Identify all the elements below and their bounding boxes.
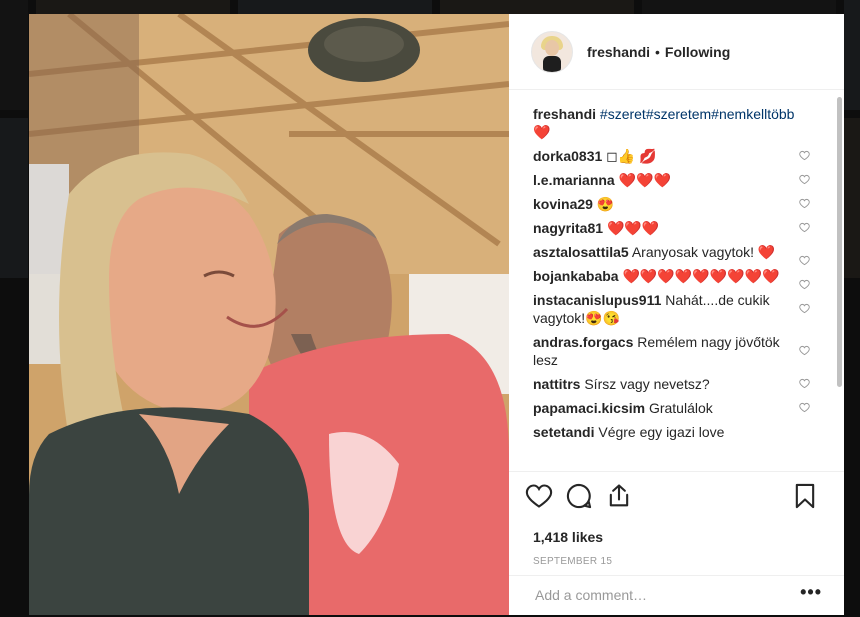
more-options-icon[interactable]: •••: [800, 582, 822, 603]
comment-username[interactable]: instacanislupus911: [533, 292, 661, 308]
avatar[interactable]: [531, 30, 573, 73]
comment-like-icon[interactable]: [799, 303, 810, 314]
comment-like-icon[interactable]: [799, 255, 810, 266]
likes-count[interactable]: 1,418 likes: [533, 529, 603, 545]
comment-bubble-icon[interactable]: [565, 482, 593, 510]
comment-like-icon[interactable]: [799, 222, 810, 233]
caption: freshandi #szeret#szeretem#nemkelltöbb ❤…: [533, 105, 824, 141]
comment-item: bojankababa ❤️❤️❤️❤️❤️❤️❤️❤️❤️: [533, 267, 824, 290]
comment-item: nattitrs Sírsz vagy nevetsz?: [533, 375, 824, 393]
share-icon[interactable]: [605, 482, 633, 510]
comment-like-icon[interactable]: [799, 345, 810, 356]
comment-text: ❤️❤️❤️: [606, 220, 660, 236]
post-actions: 1,418 likes SEPTEMBER 15 •••: [509, 471, 844, 616]
comment-text: Gratulálok: [648, 400, 713, 416]
comment-username[interactable]: kovina29: [533, 196, 593, 212]
comment-item: instacanislupus911 Nahát....de cukik vag…: [533, 291, 824, 327]
post-date[interactable]: SEPTEMBER 15: [533, 556, 612, 567]
photo-illustration: [29, 14, 509, 615]
comment-username[interactable]: nattitrs: [533, 376, 580, 392]
following-button[interactable]: Following: [665, 44, 730, 60]
comment-username[interactable]: asztalosattila5: [533, 244, 629, 260]
comment-like-icon[interactable]: [799, 279, 810, 290]
comment-like-icon[interactable]: [799, 378, 810, 389]
comment-text: ❤️❤️❤️: [618, 172, 671, 188]
comment-item: setetandi Végre egy igazi love: [533, 423, 824, 441]
comment-text: Sírsz vagy nevetsz?: [584, 376, 710, 392]
comment-like-icon[interactable]: [799, 402, 810, 413]
comment-like-icon[interactable]: [799, 174, 810, 185]
action-icons-row: [525, 482, 815, 512]
comment-username[interactable]: l.e.marianna: [533, 172, 615, 188]
caption-emoji: ❤️: [533, 124, 551, 140]
header-username[interactable]: freshandi: [587, 44, 650, 60]
caption-hashtags[interactable]: #szeret#szeretem#nemkelltöbb: [600, 106, 795, 122]
comment-item: nagyrita81 ❤️❤️❤️: [533, 219, 824, 237]
comment-username[interactable]: setetandi: [533, 424, 594, 440]
comment-like-icon[interactable]: [799, 150, 810, 161]
comment-like-icon[interactable]: [799, 198, 810, 209]
heart-outline-icon[interactable]: [525, 482, 553, 510]
comment-item: asztalosattila5 Aranyosak vagytok! ❤️: [533, 243, 824, 266]
add-comment-bar: •••: [509, 575, 844, 617]
post-header: freshandi • Following: [509, 14, 844, 90]
post-side-panel: freshandi • Following freshandi #szeret#…: [509, 14, 844, 615]
comment-text: Aranyosak vagytok! ❤️: [631, 244, 776, 260]
comments-list[interactable]: freshandi #szeret#szeretem#nemkelltöbb ❤…: [509, 91, 844, 471]
bookmark-icon[interactable]: [791, 482, 819, 510]
comment-item: dorka0831 ◻👍 💋: [533, 147, 824, 165]
comment-text: 😍: [596, 196, 615, 212]
comment-username[interactable]: papamaci.kicsim: [533, 400, 645, 416]
comment-input[interactable]: [533, 586, 787, 604]
comment-item: papamaci.kicsim Gratulálok: [533, 399, 824, 417]
comment-username[interactable]: dorka0831: [533, 148, 602, 164]
comment-item: l.e.marianna ❤️❤️❤️: [533, 171, 824, 189]
comment-item: kovina29 😍: [533, 195, 824, 213]
comment-text: ◻👍 💋: [606, 148, 657, 164]
post-photo[interactable]: [29, 14, 509, 615]
comment-item: andras.forgacs Remélem nagy jövőtök lesz: [533, 333, 824, 369]
caption-username[interactable]: freshandi: [533, 106, 596, 122]
comment-text: Végre egy igazi love: [598, 424, 725, 440]
comment-username[interactable]: nagyrita81: [533, 220, 603, 236]
comments-scrollbar[interactable]: [837, 97, 842, 387]
comment-text: ❤️❤️❤️❤️❤️❤️❤️❤️❤️: [622, 268, 780, 284]
header-separator: •: [655, 43, 660, 60]
post-modal: freshandi • Following freshandi #szeret#…: [29, 14, 844, 615]
comment-username[interactable]: bojankababa: [533, 268, 619, 284]
comment-username[interactable]: andras.forgacs: [533, 334, 633, 350]
